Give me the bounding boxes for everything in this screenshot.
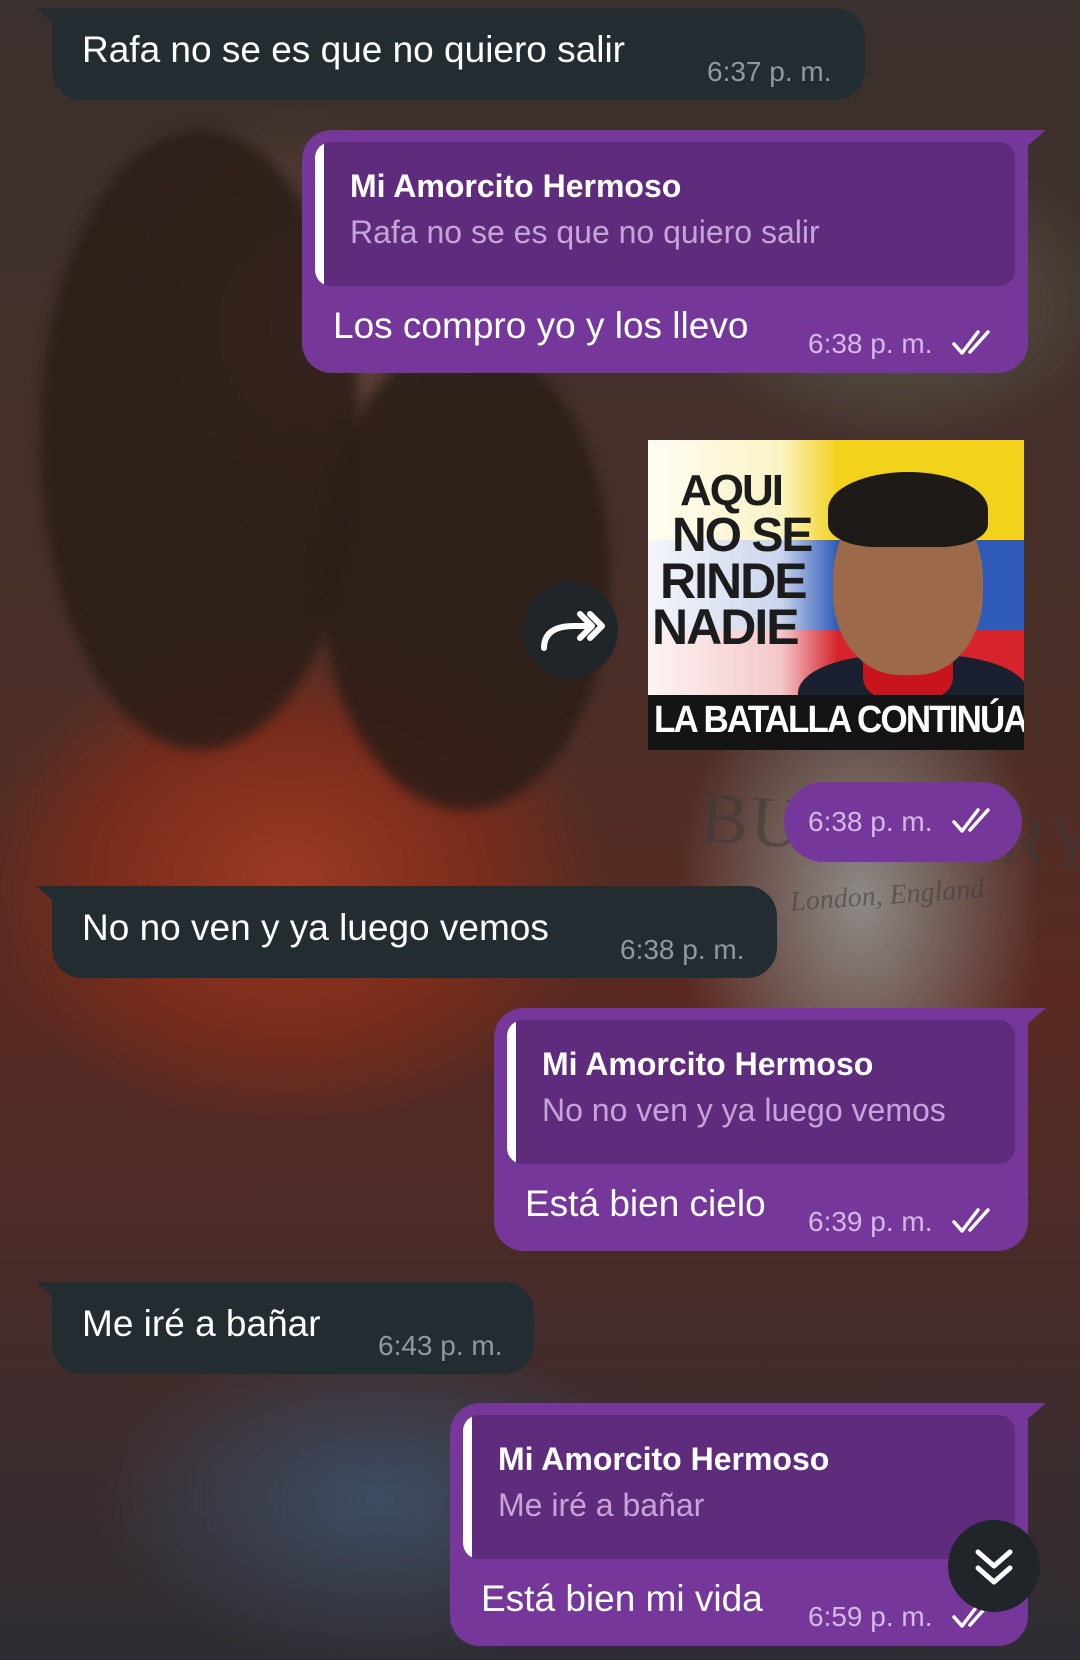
wallpaper-shirt-sub: London, England	[789, 873, 986, 918]
message-text: Está bien mi vida	[481, 1578, 763, 1619]
message-text: Me iré a bañar	[82, 1303, 321, 1344]
sticker-time-pill: 6:38 p. m.	[784, 782, 1022, 862]
message-time: 6:38 p. m.	[808, 328, 933, 359]
message-time: 6:37 p. m.	[707, 56, 832, 87]
incoming-message[interactable]: Me iré a bañar 6:43 p. m.	[36, 1282, 534, 1374]
quote-bar	[315, 142, 324, 286]
outgoing-message[interactable]: Mi Amorcito Hermoso Me iré a bañar Está …	[450, 1403, 1046, 1646]
message-time: 6:38 p. m.	[808, 806, 933, 837]
forward-arrow-icon	[541, 611, 605, 651]
bubble-tail	[36, 8, 66, 34]
message-time: 6:39 p. m.	[808, 1206, 933, 1237]
quote-text: No no ven y ya luego vemos	[542, 1092, 946, 1128]
message-text: Los compro yo y los llevo	[333, 305, 749, 346]
sticker-text-line: NADIE	[652, 599, 800, 655]
bubble-tail	[1016, 1403, 1046, 1429]
forward-button[interactable]	[522, 582, 618, 678]
scroll-to-bottom-button[interactable]	[948, 1520, 1040, 1612]
incoming-message[interactable]: No no ven y ya luego vemos 6:38 p. m.	[36, 886, 777, 978]
message-time: 6:38 p. m.	[620, 934, 745, 965]
quote-bar	[507, 1020, 516, 1164]
reply-quote[interactable]: Mi Amorcito Hermoso Rafa no se es que no…	[315, 142, 1015, 286]
outgoing-message[interactable]: Mi Amorcito Hermoso Rafa no se es que no…	[302, 130, 1046, 373]
message-time: 6:59 p. m.	[808, 1601, 933, 1632]
quote-author: Mi Amorcito Hermoso	[350, 168, 682, 204]
quote-bar	[463, 1415, 472, 1559]
sticker-portrait-hair	[828, 472, 988, 547]
quote-author: Mi Amorcito Hermoso	[542, 1046, 874, 1082]
message-text: Rafa no se es que no quiero salir	[82, 29, 626, 70]
outgoing-message[interactable]: Mi Amorcito Hermoso No no ven y ya luego…	[494, 1008, 1046, 1251]
bubble-tail	[1016, 130, 1046, 156]
reply-quote[interactable]: Mi Amorcito Hermoso No no ven y ya luego…	[507, 1020, 1015, 1164]
bubble-tail	[36, 886, 66, 912]
incoming-message[interactable]: Rafa no se es que no quiero salir 6:37 p…	[36, 8, 865, 100]
message-time: 6:43 p. m.	[378, 1330, 503, 1361]
sticker-banner-text: LA BATALLA CONTINÚA	[654, 699, 1024, 741]
bubble-tail	[1016, 1008, 1046, 1034]
double-check-icon	[952, 808, 990, 833]
quote-author: Mi Amorcito Hermoso	[498, 1441, 830, 1477]
message-text: No no ven y ya luego vemos	[82, 907, 549, 948]
double-chevron-down-icon	[975, 1549, 1013, 1585]
quote-text: Me iré a bañar	[498, 1487, 705, 1523]
wallpaper-shape	[320, 340, 610, 810]
message-text: Está bien cielo	[525, 1183, 766, 1224]
reply-quote[interactable]: Mi Amorcito Hermoso Me iré a bañar	[463, 1415, 1015, 1559]
bubble-tail	[36, 1282, 66, 1308]
double-check-icon	[952, 330, 990, 355]
sticker-image[interactable]: AQUI NO SE RINDE NADIE LA BATALLA CONTIN…	[648, 440, 1024, 750]
double-check-icon	[952, 1208, 990, 1233]
quote-text: Rafa no se es que no quiero salir	[350, 214, 820, 250]
